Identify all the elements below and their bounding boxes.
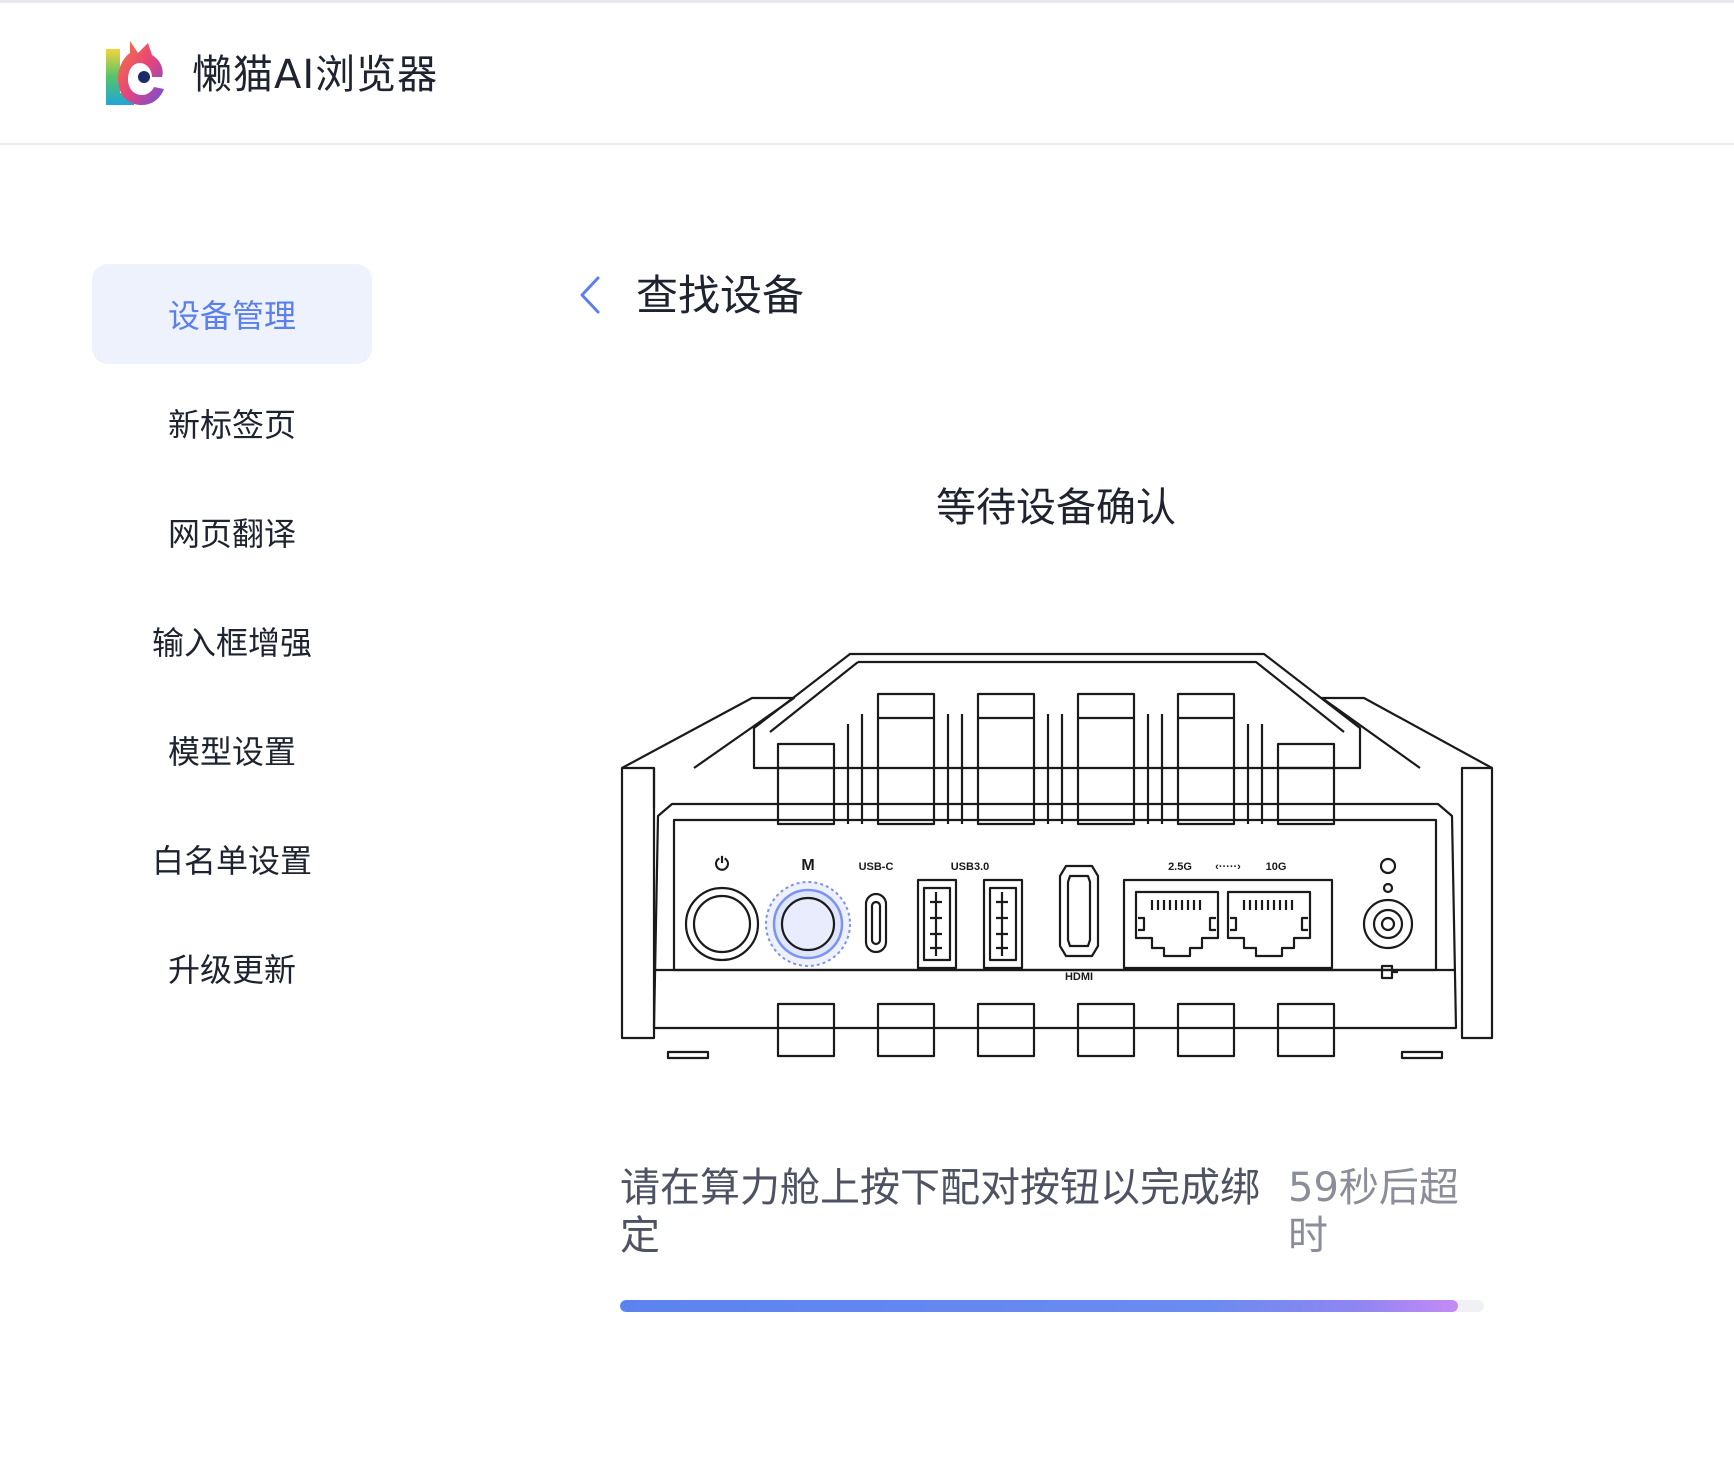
label-hdmi: HDMI <box>1065 971 1093 983</box>
pairing-progress-fill <box>620 1300 1459 1312</box>
sidebar-item-update[interactable]: 升级更新 <box>92 918 372 1018</box>
sidebar-item-whitelist[interactable]: 白名单设置 <box>92 809 372 909</box>
sidebar-item-model-settings[interactable]: 模型设置 <box>92 700 372 800</box>
lazycat-logo-icon <box>106 41 164 105</box>
pairing-instruction: 请在算力舱上按下配对按钮以完成绑定 <box>620 1165 1260 1259</box>
chevron-left-icon[interactable] <box>572 270 608 320</box>
label-lan-arrow: ‹·····› <box>1215 861 1241 873</box>
label-lan-10g: 10G <box>1266 861 1287 873</box>
app-header: 懒猫AI浏览器 <box>0 3 1734 145</box>
timeout-countdown: 59秒后超时 <box>1288 1165 1459 1259</box>
page-title: 查找设备 <box>636 271 805 320</box>
status-title: 等待设备确认 <box>936 485 1176 531</box>
label-usb3: USB3.0 <box>951 861 990 873</box>
app-title: 懒猫AI浏览器 <box>192 52 439 98</box>
label-power: ⏻ <box>715 854 730 874</box>
compute-box-device-illustration: ⏻ M USB-C USB3.0 HDMI 2.5G ‹·····› 10G <box>620 652 1494 1060</box>
label-lan-25g: 2.5G <box>1168 861 1192 873</box>
pairing-progress-bar <box>620 1300 1484 1312</box>
sidebar-item-device-management[interactable]: 设备管理 <box>92 264 372 364</box>
label-m: M <box>801 857 814 874</box>
sidebar: 设备管理 新标签页 网页翻译 输入框增强 模型设置 白名单设置 升级更新 <box>92 264 372 1027</box>
sidebar-item-translate[interactable]: 网页翻译 <box>92 482 372 582</box>
sidebar-item-new-tab[interactable]: 新标签页 <box>92 373 372 473</box>
sidebar-item-input-enhance[interactable]: 输入框增强 <box>92 591 372 691</box>
label-usbc: USB-C <box>859 861 894 873</box>
